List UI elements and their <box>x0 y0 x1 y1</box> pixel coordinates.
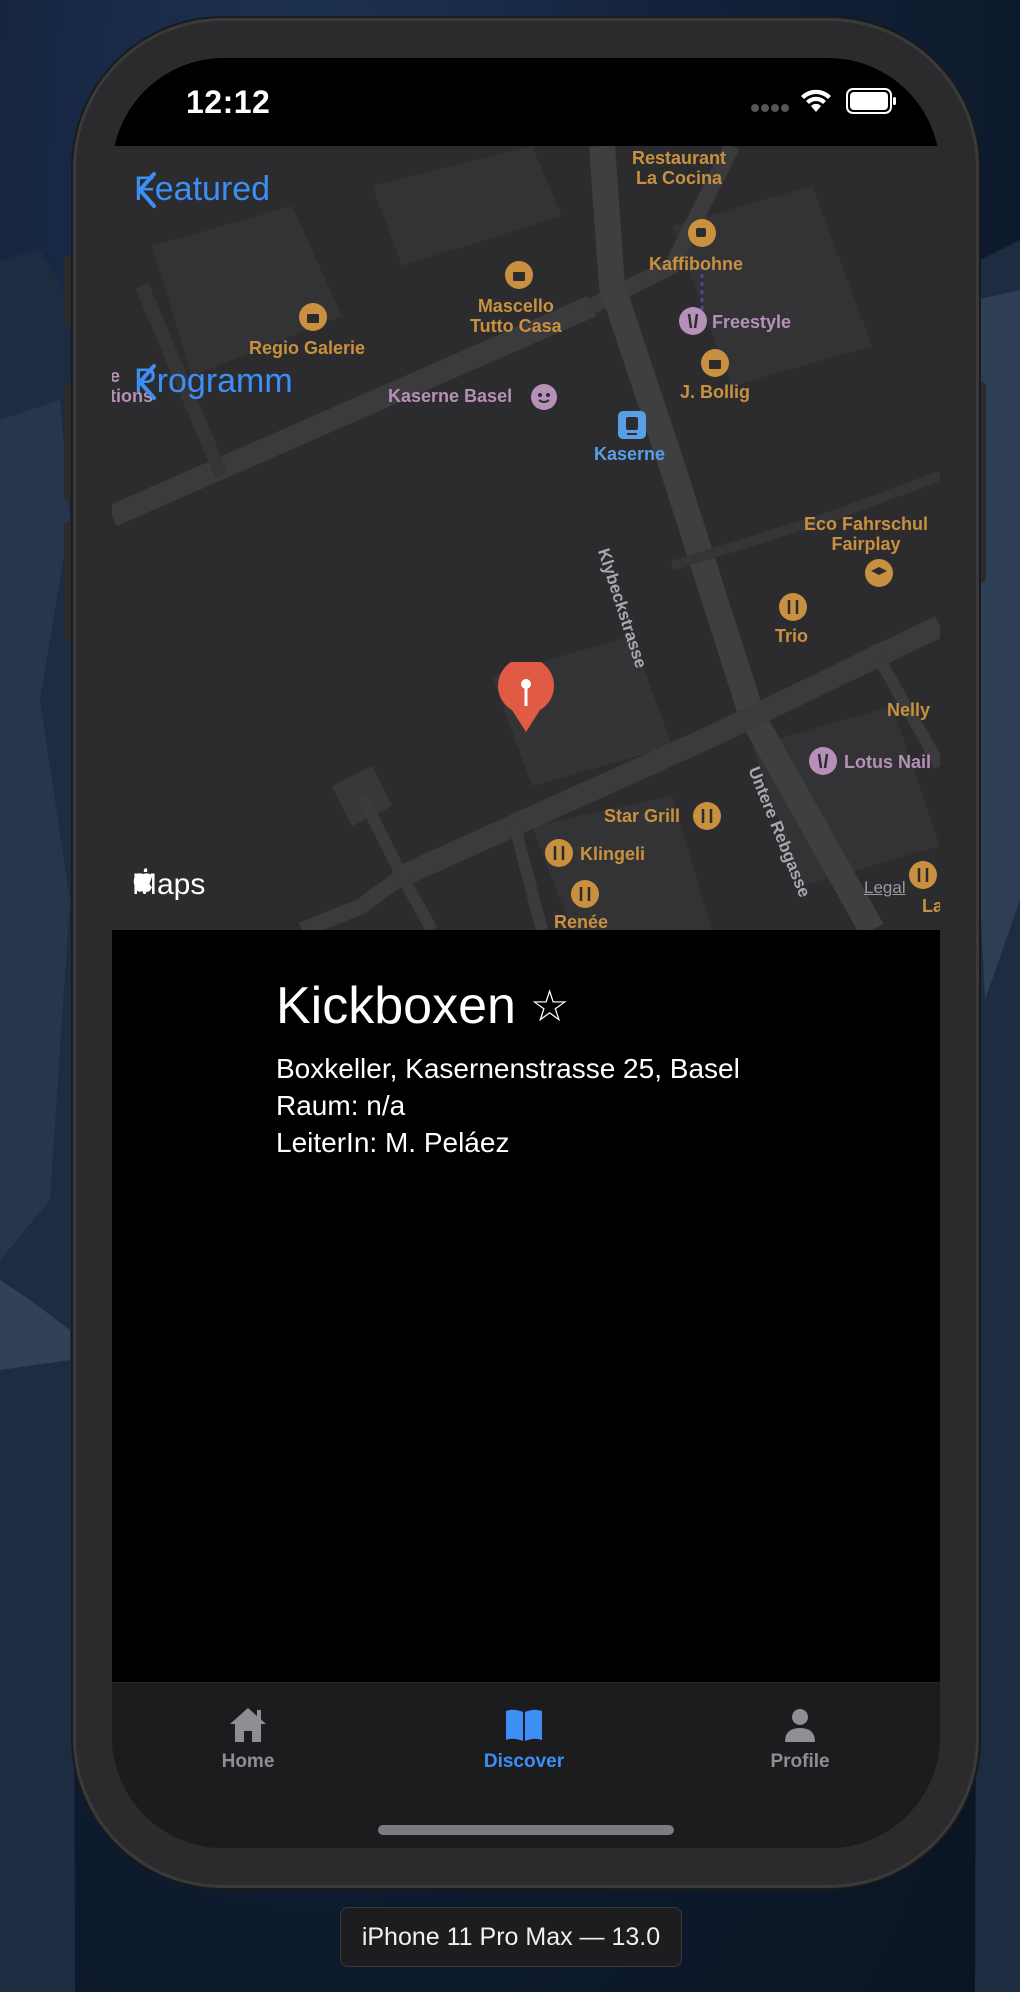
event-leader: LeiterIn: M. Peláez <box>276 1127 510 1158</box>
house-icon <box>230 1708 266 1742</box>
tab-home[interactable]: Home <box>158 1699 338 1773</box>
poi-lotus-nail[interactable]: Lotus Nail <box>844 752 931 772</box>
restaurant-fork-knife-icon <box>693 802 721 830</box>
tab-discover-label: Discover <box>483 1751 565 1772</box>
cellular-signal-icon <box>751 104 789 112</box>
tab-home-label: Home <box>221 1751 275 1772</box>
poi-kaserne-basel[interactable]: Kaserne Basel <box>388 386 512 406</box>
apple-logo-icon <box>133 868 152 892</box>
coffee-cup-icon <box>688 219 716 247</box>
poi-lalibe[interactable]: Lalibe <box>922 896 940 916</box>
poi-kaffibohne[interactable]: Kaffibohne <box>649 254 743 274</box>
poi-renee[interactable]: Renée <box>554 912 608 930</box>
event-detail: Kickboxen ☆ Boxkeller, Kasernenstrasse 2… <box>276 976 740 1161</box>
event-title: Kickboxen <box>276 977 516 1035</box>
tab-profile[interactable]: Profile <box>710 1699 890 1773</box>
home-indicator[interactable] <box>378 1825 674 1835</box>
poi-restaurant-la-cocina[interactable]: Restaurant La Cocina <box>632 148 726 188</box>
poi-star-grill[interactable]: Star Grill <box>604 806 680 826</box>
device-screen: 12:12 Restaurant La Cocina Kaffibohne Ma… <box>112 58 940 1848</box>
chevron-left-icon <box>138 172 156 208</box>
restaurant-fork-knife-icon <box>571 880 599 908</box>
poi-kaserne-station[interactable]: Kaserne <box>594 444 665 464</box>
status-time: 12:12 <box>186 84 271 120</box>
salon-icon <box>679 307 707 335</box>
poi-freestyle[interactable]: Freestyle <box>712 312 791 332</box>
legal-link[interactable]: Legal <box>864 878 906 898</box>
restaurant-fork-knife-icon <box>545 839 573 867</box>
battery-icon <box>846 88 896 114</box>
salon-icon <box>809 747 837 775</box>
tram-station-icon <box>618 411 646 439</box>
status-bar: 12:12 <box>112 58 940 146</box>
back-button-programm[interactable]: Programm <box>134 362 293 401</box>
tab-bar: Home Discover Profile <box>112 1682 940 1848</box>
tab-discover[interactable]: Discover <box>434 1699 614 1773</box>
simulator-device-label: iPhone 11 Pro Max — 13.0 <box>340 1907 682 1967</box>
back-button-featured[interactable]: Featured <box>134 170 270 209</box>
tab-profile-label: Profile <box>770 1751 830 1772</box>
restaurant-fork-knife-icon <box>779 593 807 621</box>
shopping-bag-icon <box>505 261 533 289</box>
shopping-bag-icon <box>299 303 327 331</box>
favorite-star-icon[interactable]: ☆ <box>530 981 569 1032</box>
map-pin-icon[interactable] <box>496 662 556 734</box>
event-room: Raum: n/a <box>276 1090 406 1121</box>
chevron-left-icon <box>138 364 156 400</box>
event-address: Boxkeller, Kasernenstrasse 25, Basel <box>276 1053 740 1084</box>
shopping-bag-icon <box>701 349 729 377</box>
poi-regio-galerie[interactable]: Regio Galerie <box>249 338 365 358</box>
notch <box>316 58 736 118</box>
person-icon <box>785 1709 815 1742</box>
poi-j-bollig[interactable]: J. Bollig <box>680 382 750 402</box>
map-view[interactable]: Restaurant La Cocina Kaffibohne Mascello… <box>112 146 940 930</box>
graduation-cap-icon <box>865 559 893 587</box>
theater-mask-icon <box>531 384 557 410</box>
restaurant-fork-knife-icon <box>909 861 937 889</box>
book-icon <box>506 1709 542 1741</box>
poi-klingeli[interactable]: Klingeli <box>580 844 645 864</box>
poi-trio[interactable]: Trio <box>775 626 808 646</box>
wifi-icon <box>801 89 831 112</box>
apple-maps-logo[interactable]: Maps <box>132 868 205 902</box>
poi-nelly[interactable]: Nelly <box>887 700 930 720</box>
poi-mascello[interactable]: Mascello Tutto Casa <box>470 296 562 336</box>
poi-eco-fahrschule[interactable]: Eco Fahrschul Fairplay <box>804 514 928 554</box>
